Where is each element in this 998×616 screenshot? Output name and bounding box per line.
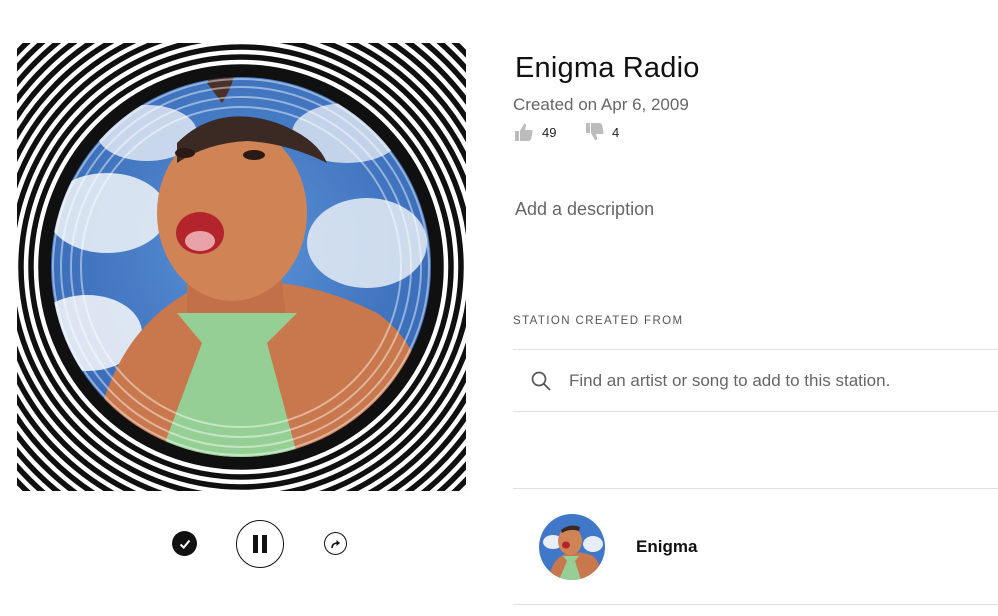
dislike-count: 4 bbox=[612, 125, 620, 140]
seed-artist-name: Enigma bbox=[636, 537, 698, 556]
search-input[interactable] bbox=[569, 367, 989, 395]
divider bbox=[513, 604, 998, 605]
avatar bbox=[539, 514, 605, 580]
station-created-date: Created on Apr 6, 2009 bbox=[513, 95, 689, 114]
station-title: Enigma Radio bbox=[515, 52, 700, 84]
pause-icon bbox=[253, 535, 267, 553]
check-icon bbox=[179, 539, 190, 549]
like-count: 49 bbox=[542, 125, 557, 140]
added-check-button[interactable] bbox=[172, 531, 197, 556]
add-description-link[interactable]: Add a description bbox=[515, 199, 654, 220]
pause-button[interactable] bbox=[236, 520, 284, 568]
divider bbox=[513, 411, 998, 412]
search-icon bbox=[531, 371, 551, 391]
share-button[interactable] bbox=[324, 532, 347, 555]
thumbs-down-icon[interactable] bbox=[584, 121, 606, 143]
artwork-image bbox=[17, 43, 466, 491]
share-icon bbox=[330, 539, 340, 548]
seed-artist-item[interactable]: Enigma bbox=[513, 489, 998, 605]
thumbs-up-icon[interactable] bbox=[513, 121, 535, 143]
add-seed-search bbox=[513, 350, 998, 412]
station-artwork bbox=[17, 43, 466, 491]
station-created-from-heading: STATION CREATED FROM bbox=[513, 315, 684, 327]
